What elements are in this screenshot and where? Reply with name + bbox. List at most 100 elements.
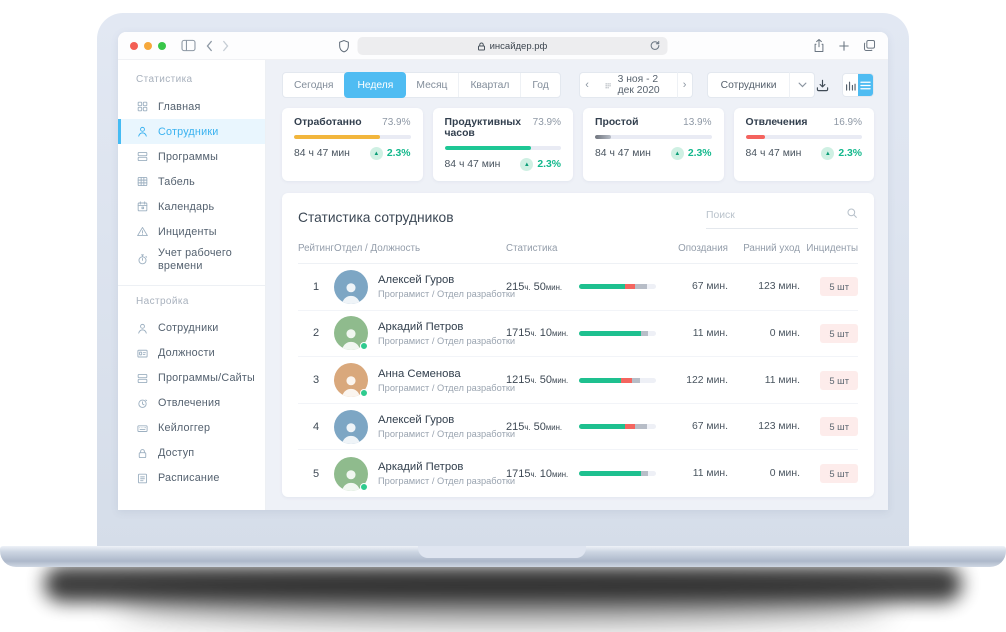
card-progress-track — [444, 146, 561, 150]
date-range-button[interactable]: 3 ноя - 2 дек 2020 — [594, 72, 677, 98]
sidebar-toggle-icon[interactable] — [181, 39, 196, 52]
early-leave-minutes: 123 мин. — [758, 281, 800, 293]
share-icon[interactable] — [813, 38, 825, 53]
sidebar-item-label: Доступ — [158, 447, 195, 460]
sidebar-item-timesheet[interactable]: Табель — [118, 169, 265, 194]
late-minutes: 67 мин. — [691, 421, 728, 433]
online-status-dot — [360, 482, 368, 491]
arrow-up-icon: ▲ — [670, 147, 684, 160]
late-minutes: 122 мин. — [686, 374, 728, 386]
user-icon — [138, 126, 147, 137]
table-title: Статистика сотрудников — [298, 210, 454, 225]
table-row[interactable]: 2 Аркадий Петров Програмист / Отдел разр… — [298, 311, 858, 358]
time-worked: 215ч. 50мин. — [506, 280, 563, 293]
table-row[interactable]: 4 Алексей Гуров Програмист / Отдел разра… — [298, 404, 858, 451]
stat-cards: Отработанно 73.9% 84 ч 47 мин ▲ 2.3% Про… — [282, 108, 874, 181]
sidebar-item-schedule[interactable]: Расписание — [118, 466, 265, 491]
sidebar-item-employees-settings[interactable]: Сотрудники — [118, 316, 265, 341]
tab-week[interactable]: Неделя — [344, 72, 407, 98]
time-worked: 1715ч. 10мин. — [506, 467, 569, 480]
col-rating: Рейтинг — [298, 243, 334, 254]
card-value: 84 ч 47 мин — [745, 148, 802, 159]
card-progress-track — [745, 135, 862, 139]
sidebar-item-label: Должности — [158, 347, 215, 360]
sidebar-item-calendar[interactable]: Календарь — [118, 194, 265, 219]
address-bar[interactable]: инсайдер.рф — [357, 37, 668, 55]
table-row[interactable]: 1 Алексей Гуров Програмист / Отдел разра… — [298, 264, 858, 311]
incidents-cell: 5 шт — [800, 417, 858, 437]
card-change: ▲ 2.3% — [670, 147, 712, 160]
rank: 4 — [312, 420, 320, 433]
hamburger-icon — [860, 81, 871, 89]
sidebar-item-home[interactable]: Главная — [118, 94, 265, 119]
incidents-cell: 5 шт — [800, 370, 858, 390]
date-next-button[interactable]: › — [676, 72, 693, 98]
search-input[interactable] — [706, 209, 846, 221]
warning-icon — [137, 226, 148, 237]
forward-icon[interactable] — [222, 40, 230, 52]
browser-chrome: инсайдер.рф — [118, 32, 888, 60]
arrow-up-icon: ▲ — [520, 158, 534, 171]
card-change: ▲ 2.3% — [821, 147, 862, 160]
new-tab-icon[interactable] — [838, 40, 850, 52]
search-icon[interactable] — [846, 206, 858, 224]
tab-year[interactable]: Год — [521, 73, 559, 97]
statistics-cell: 215ч. 50мин. — [492, 281, 672, 293]
table-row[interactable]: 5 Аркадий Петров Програмист / Отдел разр… — [298, 450, 858, 497]
table-row[interactable]: 3 Анна Семенова Програмист / Отдел разра… — [298, 357, 858, 404]
tabs-overview-icon[interactable] — [863, 39, 876, 52]
close-window-button[interactable] — [130, 41, 138, 50]
sidebar-item-worktime[interactable]: Учет рабочего времени — [118, 244, 265, 276]
sidebar-item-employees[interactable]: Сотрудники — [118, 119, 265, 144]
sidebar-item-label: Инциденты — [158, 225, 217, 238]
chevron-down-icon — [789, 72, 816, 98]
stopwatch-icon — [138, 254, 148, 265]
tab-quarter[interactable]: Квартал — [459, 73, 522, 97]
card-progress-fill — [595, 135, 612, 139]
incidents-badge: 5 шт — [820, 370, 858, 390]
shield-icon[interactable] — [339, 39, 350, 53]
sidebar-item-keylogger[interactable]: Кейлоггер — [118, 416, 265, 441]
sidebar-item-label: Главная — [158, 100, 201, 113]
stat-card-idle: Простой 13.9% 84 ч 47 мин ▲ 2.3% — [583, 108, 724, 181]
card-title: Продуктивных часов — [444, 117, 522, 139]
sidebar-item-incidents[interactable]: Инциденты — [118, 219, 265, 244]
sidebar-item-label: Кейлоггер — [158, 422, 211, 435]
incidents-badge: 5 шт — [820, 277, 858, 297]
sidebar-item-programs[interactable]: Программы — [118, 144, 265, 169]
early-leave-minutes: 0 мин. — [769, 327, 800, 339]
time-worked: 1715ч. 10мин. — [506, 327, 569, 340]
chart-view-button[interactable] — [843, 74, 859, 96]
laptop-shadow-soft — [115, 586, 891, 622]
tab-today[interactable]: Сегодня — [283, 73, 346, 97]
sidebar-item-distractions[interactable]: Отвлечения — [118, 391, 265, 416]
sidebar-item-access[interactable]: Доступ — [118, 441, 265, 466]
calendar-grid-icon — [606, 82, 611, 88]
back-icon[interactable] — [205, 40, 213, 52]
card-percent: 73.9% — [382, 117, 411, 128]
entity-filter-select[interactable]: Сотрудники — [706, 72, 816, 98]
incidents-badge: 5 шт — [820, 464, 858, 484]
fullscreen-window-button[interactable] — [158, 41, 166, 50]
late-minutes: 11 мин. — [692, 468, 728, 480]
date-range-picker: ‹ 3 ноя - 2 дек 2020 › — [578, 72, 693, 98]
tab-month[interactable]: Месяц — [405, 73, 460, 97]
sidebar-item-label: Расписание — [158, 472, 220, 485]
date-prev-button[interactable]: ‹ — [578, 72, 595, 98]
sidebar-item-positions[interactable]: Должности — [118, 341, 265, 366]
list-view-button[interactable] — [858, 74, 873, 96]
download-icon[interactable] — [815, 78, 830, 93]
sidebar-item-programs-sites[interactable]: Программы/Сайты — [118, 366, 265, 391]
lock-icon — [138, 449, 147, 458]
browser-window: инсайдер.рф Статистика Главная Сотрудник… — [118, 32, 888, 510]
activity-bar — [579, 471, 656, 477]
statistics-cell: 1715ч. 10мин. — [492, 327, 672, 339]
card-percent: 13.9% — [683, 117, 712, 128]
avatar — [334, 409, 368, 444]
sidebar-section-statistics: Статистика — [136, 74, 193, 85]
employees-table-card: Статистика сотрудников Рейтинг Отдел / Д… — [282, 193, 874, 497]
minimize-window-button[interactable] — [144, 41, 152, 50]
url-text: инсайдер.рф — [489, 40, 548, 52]
refresh-icon[interactable] — [650, 40, 661, 51]
incidents-cell: 5 шт — [800, 464, 858, 484]
